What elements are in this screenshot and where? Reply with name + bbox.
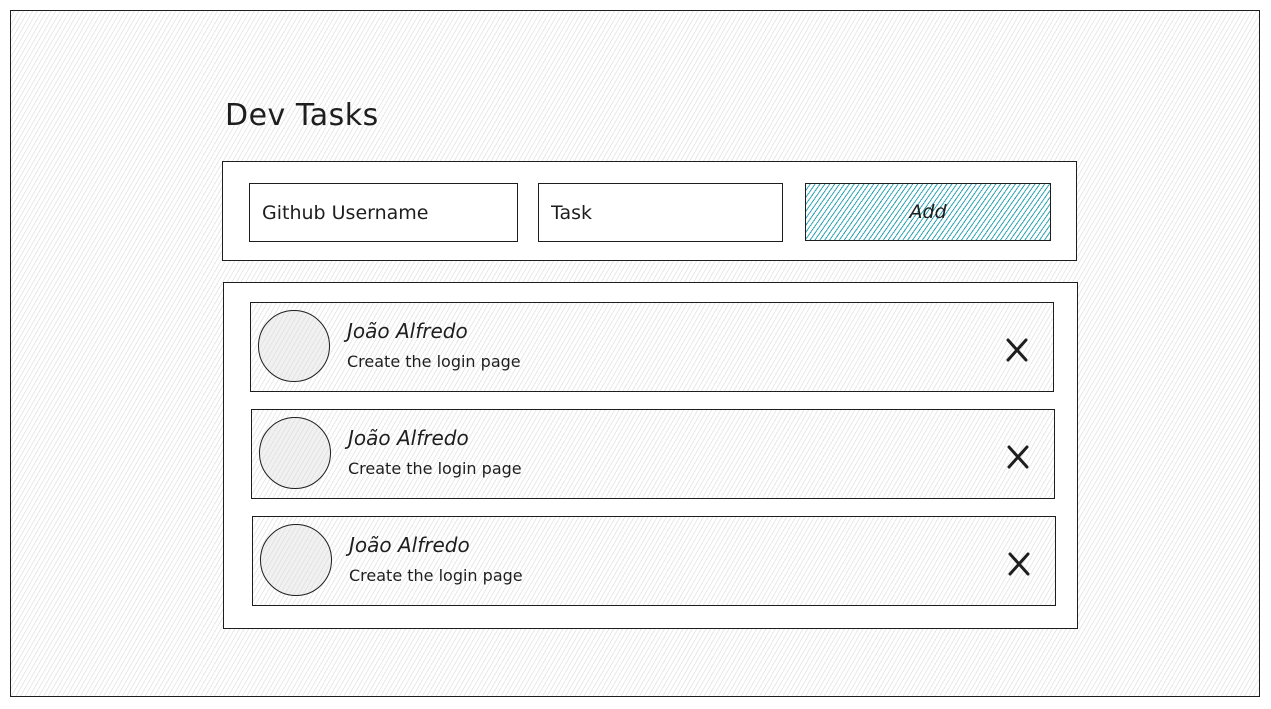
task-user-name: João Alfredo	[348, 426, 469, 450]
delete-task-button[interactable]	[998, 437, 1038, 477]
delete-task-button[interactable]	[997, 330, 1037, 370]
close-icon	[1008, 552, 1030, 576]
task-item: João Alfredo Create the login page	[252, 516, 1056, 606]
task-description: Create the login page	[349, 566, 523, 585]
task-item: João Alfredo Create the login page	[251, 409, 1055, 499]
task-description: Create the login page	[348, 459, 522, 478]
add-button[interactable]: Add	[805, 183, 1051, 241]
page-title: Dev Tasks	[225, 98, 379, 133]
task-item: João Alfredo Create the login page	[250, 302, 1054, 392]
task-user-name: João Alfredo	[347, 319, 468, 343]
task-description: Create the login page	[347, 352, 521, 371]
close-icon	[1007, 445, 1029, 469]
delete-task-button[interactable]	[999, 544, 1039, 584]
avatar	[258, 310, 330, 382]
task-input[interactable]	[538, 183, 783, 242]
task-list: João Alfredo Create the login page João …	[223, 282, 1078, 629]
avatar	[260, 524, 332, 596]
add-task-form: Add	[222, 161, 1077, 261]
github-username-input[interactable]	[249, 183, 518, 242]
avatar	[259, 417, 331, 489]
task-user-name: João Alfredo	[349, 533, 470, 557]
close-icon	[1006, 338, 1028, 362]
